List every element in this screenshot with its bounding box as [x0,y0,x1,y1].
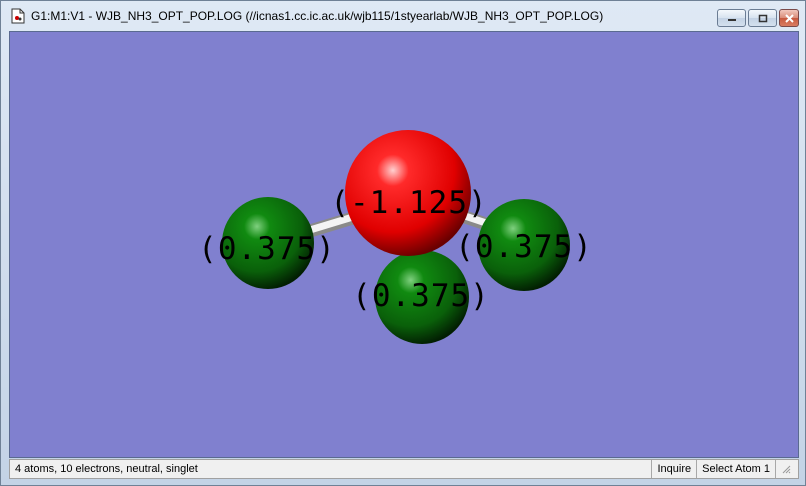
action-prompt: Select Atom 1 [696,460,775,478]
resize-grip-icon[interactable] [775,460,798,478]
minimize-icon [727,19,736,21]
close-button[interactable] [779,9,799,27]
atom-label-nitrogen-charge: (-1.125) [330,185,487,221]
status-bar: 4 atoms, 10 electrons, neutral, singlet … [9,459,799,479]
atom-label-hydrogen-left-charge: (0.375) [198,231,336,267]
maximize-button[interactable] [748,9,777,27]
atom-label-hydrogen-right-charge: (0.375) [455,229,593,265]
maximize-icon [758,14,767,22]
molecule-viewport[interactable]: (-1.125) (0.375) (0.375) (0.375) [9,31,799,458]
window-controls [717,9,799,27]
minimize-button[interactable] [717,9,746,27]
window-title: G1:M1:V1 - WJB_NH3_OPT_POP.LOG (//icnas1… [31,9,604,23]
mouse-mode-indicator: Inquire [651,460,696,478]
document-icon [10,7,26,25]
title-bar[interactable]: G1:M1:V1 - WJB_NH3_OPT_POP.LOG (//icnas1… [1,1,805,31]
molecule-summary: 4 atoms, 10 electrons, neutral, singlet [15,463,198,475]
close-icon [784,13,794,23]
gaussview-window: G1:M1:V1 - WJB_NH3_OPT_POP.LOG (//icnas1… [0,0,806,486]
atom-label-hydrogen-bottom-charge: (0.375) [352,278,490,314]
